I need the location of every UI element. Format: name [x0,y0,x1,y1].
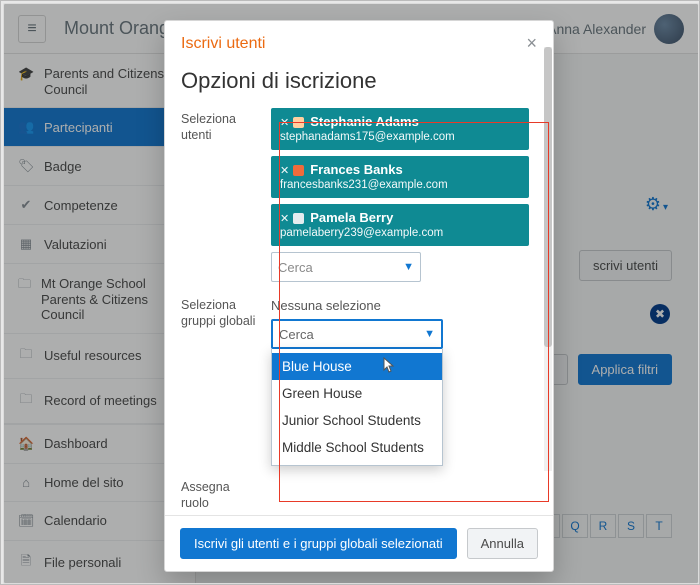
select-users-label: Seleziona utenti [181,108,257,282]
cursor-icon [382,357,398,376]
remove-user-icon[interactable]: ✕ [280,213,289,225]
enrol-users-modal: Iscrivi utenti × Opzioni di iscrizione S… [164,20,554,572]
avatar [293,213,304,224]
select-cohorts-label: Seleziona gruppi globali [181,294,257,466]
user-search-input[interactable]: Cerca ▼ [271,252,421,282]
modal-section-heading: Opzioni di iscrizione [181,68,529,94]
search-placeholder: Cerca [279,327,314,342]
selected-user-chip[interactable]: ✕ Pamela Berry pamelaberry239@example.com [271,204,529,246]
selected-user-chip[interactable]: ✕ Stephanie Adams stephanadams175@example… [271,108,529,150]
selected-user-chip[interactable]: ✕ Frances Banks francesbanks231@example.c… [271,156,529,198]
scrollbar-thumb[interactable] [544,47,552,347]
cohort-search-input[interactable]: Cerca ▼ [271,319,443,349]
remove-user-icon[interactable]: ✕ [280,165,289,177]
remove-user-icon[interactable]: ✕ [280,117,289,129]
cohort-option-green-house[interactable]: Green House [272,380,442,407]
user-name: Frances Banks [310,162,403,177]
cohort-option-middle[interactable]: Middle School Students [272,434,442,461]
option-label: Blue House [282,359,352,374]
cohort-option-blue-house[interactable]: Blue House [272,353,442,380]
user-email: francesbanks231@example.com [280,179,520,191]
assign-role-label: Assegna ruolo [181,476,257,511]
avatar [293,117,304,128]
user-name: Stephanie Adams [310,114,419,129]
no-selection-text: Nessuna selezione [271,298,529,313]
cancel-button[interactable]: Annulla [467,528,538,559]
scrollbar[interactable] [544,47,552,471]
submit-button[interactable]: Iscrivi gli utenti e i gruppi globali se… [180,528,457,559]
avatar [293,165,304,176]
search-placeholder: Cerca [278,260,313,275]
close-icon[interactable]: × [526,33,537,54]
modal-title: Iscrivi utenti [181,35,265,53]
user-email: stephanadams175@example.com [280,131,520,143]
chevron-down-icon: ▼ [424,328,435,340]
chevron-down-icon: ▼ [403,261,414,273]
user-email: pamelaberry239@example.com [280,227,520,239]
user-name: Pamela Berry [310,210,393,225]
cohort-dropdown: Blue House Green House Junior School Stu… [271,349,443,466]
cohort-option-junior[interactable]: Junior School Students [272,407,442,434]
